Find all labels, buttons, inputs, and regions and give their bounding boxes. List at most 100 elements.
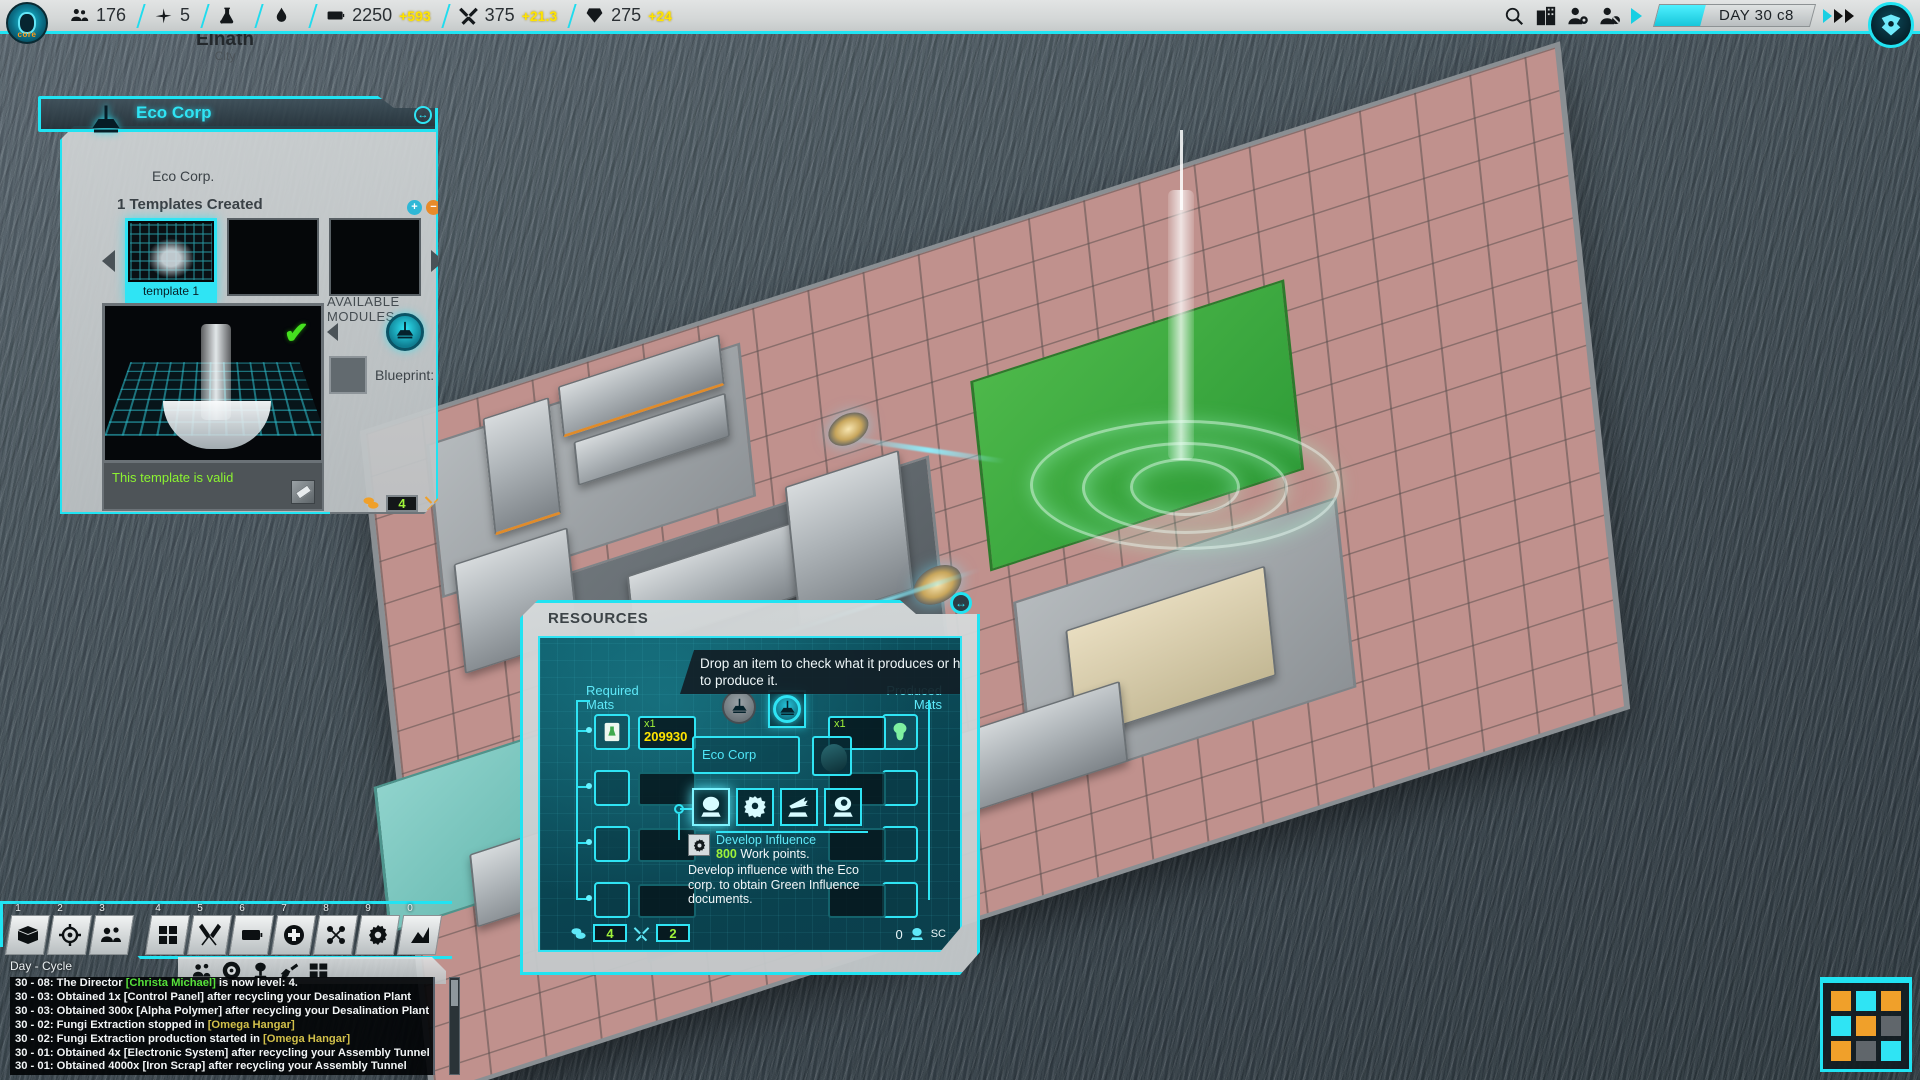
tools-icon bbox=[458, 7, 478, 25]
city-label: Elnath City bbox=[45, 27, 355, 68]
corp-leader-portrait[interactable]: 4 bbox=[812, 736, 852, 776]
hotkey-3-label: 3 bbox=[99, 903, 105, 914]
event-log[interactable]: 30 - 08: The Director [Christa Michael] … bbox=[10, 977, 435, 1075]
action-develop-influence[interactable] bbox=[692, 788, 730, 826]
add-template-button[interactable]: + bbox=[407, 200, 422, 215]
day-indicator[interactable]: DAY 30 c8 bbox=[1653, 4, 1817, 27]
blueprint-slot[interactable] bbox=[329, 356, 367, 394]
resources-expand-button[interactable]: ↔ bbox=[950, 592, 972, 614]
tower-module-icon bbox=[92, 105, 120, 133]
template-prev-arrow[interactable] bbox=[102, 250, 115, 272]
action-two[interactable] bbox=[736, 788, 774, 826]
resource-energy[interactable]: 2250 +593 bbox=[312, 0, 445, 31]
hotkey-slot-5[interactable]: 5 bbox=[186, 903, 233, 955]
faction-badge[interactable] bbox=[1868, 2, 1914, 48]
resource-oil[interactable] bbox=[258, 0, 312, 31]
hotkey-slot-7[interactable]: 7 bbox=[270, 903, 317, 955]
template-validity-message: This template is valid bbox=[112, 470, 234, 485]
fast-forward-controls[interactable] bbox=[1823, 8, 1854, 23]
preview-saucer bbox=[163, 401, 271, 449]
resource-production[interactable]: 375 +21.3 bbox=[445, 0, 571, 31]
produced-slot-2[interactable] bbox=[882, 770, 918, 806]
required-value-1: x1 209930 bbox=[638, 716, 696, 750]
footer-tools-value: 2 bbox=[656, 924, 690, 942]
broadcast-icon bbox=[788, 797, 809, 817]
core-logo[interactable]: core bbox=[6, 2, 48, 44]
required-dot-2 bbox=[586, 783, 592, 789]
minimap-cell bbox=[1856, 1041, 1876, 1061]
log-time: 30 - 01: bbox=[15, 1046, 54, 1059]
hotkey-slot-1[interactable]: 1 bbox=[4, 903, 51, 955]
citizen-manage-icon[interactable] bbox=[1567, 5, 1589, 27]
required-slot-2[interactable] bbox=[594, 770, 630, 806]
building-a[interactable] bbox=[482, 396, 562, 536]
event-log-scrollbar[interactable] bbox=[449, 977, 460, 1075]
produced-slot-1[interactable] bbox=[882, 714, 918, 750]
hotkey-slot-4[interactable]: 4 bbox=[144, 903, 191, 955]
resources-panel[interactable]: RESOURCES ↔ Drop an item to check what i… bbox=[520, 592, 980, 975]
eraser-icon bbox=[294, 484, 312, 500]
tooltip-description: Develop influence with the Eco corp. to … bbox=[688, 863, 860, 906]
required-amount-1: 209930 bbox=[644, 729, 688, 744]
module-option-tower[interactable] bbox=[385, 313, 424, 351]
required-mats-line1: Required bbox=[586, 683, 639, 698]
search-icon[interactable] bbox=[1503, 5, 1525, 27]
resources-footer-left: 4 2 bbox=[570, 924, 690, 942]
required-mats-label: Required Mats bbox=[586, 684, 639, 712]
action-four[interactable] bbox=[824, 788, 862, 826]
eco-corp-expand-button[interactable]: ↔ bbox=[414, 106, 432, 124]
hotkey-slot-0[interactable]: 0 bbox=[396, 903, 443, 955]
speed-1-icon[interactable] bbox=[1823, 8, 1832, 23]
required-slot-4[interactable] bbox=[594, 882, 630, 918]
network-icon bbox=[326, 926, 345, 944]
resource-population[interactable]: 176 bbox=[56, 0, 140, 31]
hotkey-slot-8[interactable]: 8 bbox=[312, 903, 359, 955]
citizen-block-icon[interactable] bbox=[1599, 5, 1621, 27]
minimap-cell bbox=[1881, 1041, 1901, 1061]
minimap-cell bbox=[1831, 1041, 1851, 1061]
speed-2-icon[interactable] bbox=[1834, 8, 1843, 23]
footer-sc-label: SC bbox=[930, 928, 946, 940]
template-carousel: template 1 bbox=[102, 218, 438, 303]
corp-toggle-active[interactable] bbox=[768, 690, 806, 728]
eco-corp-emblem bbox=[82, 98, 130, 146]
action-three[interactable] bbox=[780, 788, 818, 826]
log-line: 30 - 01: Obtained 4000x [Iron Scrap] aft… bbox=[10, 1060, 433, 1074]
clear-template-button[interactable] bbox=[291, 480, 315, 504]
template-card-1[interactable]: template 1 bbox=[125, 218, 217, 303]
speed-3-icon[interactable] bbox=[1845, 8, 1854, 23]
building-icon[interactable] bbox=[1535, 5, 1557, 27]
resource-energy-value: 2250 bbox=[352, 5, 393, 25]
hotkey-slot-9[interactable]: 9 bbox=[354, 903, 401, 955]
resource-gem[interactable]: 275 +24 bbox=[571, 0, 686, 31]
crates-icon bbox=[158, 926, 177, 944]
required-slot-1[interactable] bbox=[594, 714, 630, 750]
resource-production-value: 375 bbox=[484, 5, 515, 25]
template-preview[interactable]: ✔ bbox=[102, 303, 324, 463]
produced-slot-4[interactable] bbox=[882, 882, 918, 918]
minimap[interactable] bbox=[1820, 980, 1912, 1072]
corp-toggle-inactive[interactable] bbox=[722, 690, 756, 724]
template-card-1-label: template 1 bbox=[128, 282, 214, 300]
hotkey-slot-6[interactable]: 6 bbox=[228, 903, 275, 955]
hotkey-slot-3[interactable]: 3 bbox=[88, 903, 135, 955]
corp-name-box[interactable]: Eco Corp bbox=[692, 736, 800, 774]
template-card-2[interactable] bbox=[227, 218, 319, 296]
green-influence-icon bbox=[893, 722, 907, 741]
scrollbar-thumb[interactable] bbox=[451, 980, 458, 1006]
resource-aircraft[interactable]: 5 bbox=[140, 0, 204, 31]
required-slot-3[interactable] bbox=[594, 826, 630, 862]
produced-slot-3[interactable] bbox=[882, 826, 918, 862]
resource-research[interactable] bbox=[204, 0, 258, 31]
tooltip-cost-unit: Work points. bbox=[740, 847, 810, 861]
citizens-icon bbox=[100, 927, 121, 942]
log-line: 30 - 01: Obtained 4x [Electronic System]… bbox=[10, 1047, 433, 1061]
hotkey-slot-2[interactable]: 2 bbox=[46, 903, 93, 955]
template-card-3[interactable] bbox=[329, 218, 421, 296]
play-button[interactable] bbox=[1631, 7, 1643, 24]
tooltip-cost-value: 800 bbox=[716, 847, 737, 861]
hotkey-bar: 1 2 3 4 5 6 7 8 9 0 bbox=[4, 903, 446, 955]
log-time: 30 - 08: bbox=[15, 977, 54, 989]
module-prev-arrow[interactable] bbox=[327, 323, 338, 341]
eco-corp-panel[interactable]: Eco Corp. 1 Templates Created + − templa… bbox=[38, 96, 438, 516]
